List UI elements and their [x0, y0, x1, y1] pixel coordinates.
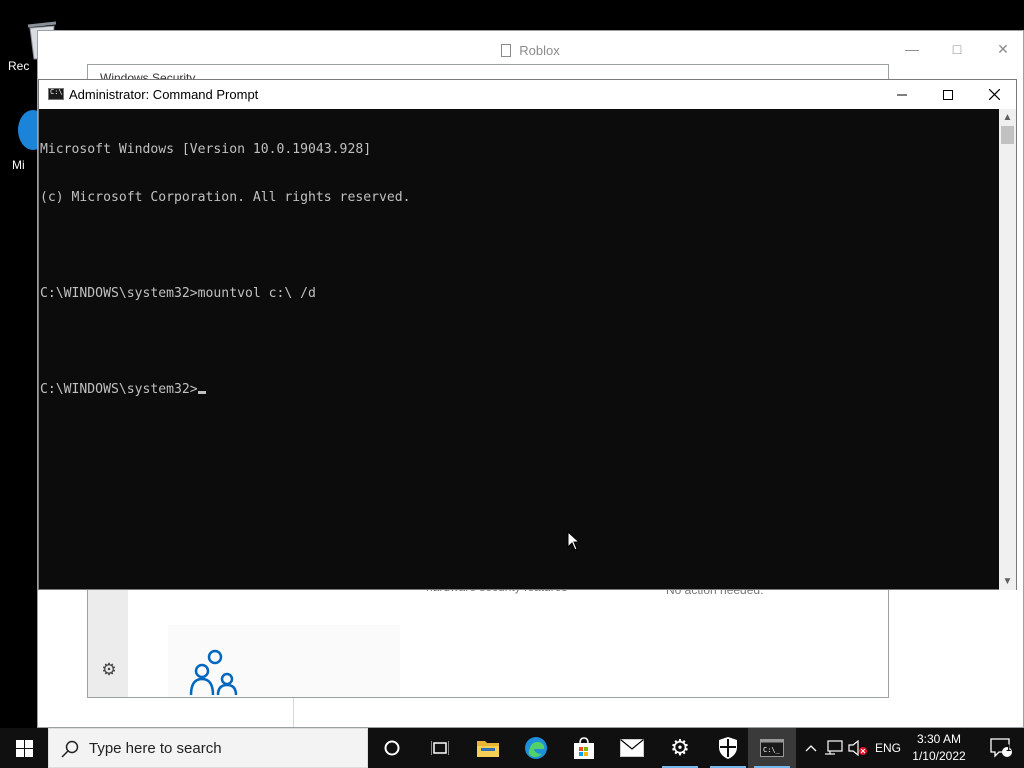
start-button[interactable] [0, 728, 48, 768]
document-icon [501, 44, 512, 57]
console-line: Microsoft Windows [Version 10.0.19043.92… [40, 142, 372, 157]
edge-icon [525, 737, 547, 759]
task-view-button[interactable] [416, 728, 464, 768]
gear-icon: ⚙ [670, 735, 690, 760]
action-center-button[interactable]: 1 [978, 728, 1024, 768]
text-cursor [197, 391, 206, 394]
taskbar-clock[interactable]: 3:30 AM 1/10/2022 [906, 731, 972, 765]
cmd-app-icon [48, 88, 64, 100]
store-icon [574, 737, 594, 759]
roblox-title: Roblox [38, 43, 1023, 58]
clock-date: 1/10/2022 [912, 749, 966, 763]
clock-time: 3:30 AM [916, 732, 962, 746]
console-prompt: C:\WINDOWS\system32> [40, 382, 198, 397]
maximize-button[interactable] [925, 80, 971, 109]
show-hidden-icons-button[interactable] [800, 728, 822, 768]
scrollbar-thumb[interactable] [1001, 126, 1014, 144]
task-view-icon [431, 741, 449, 755]
scroll-down-arrow-icon[interactable]: ▼ [999, 573, 1016, 590]
volume-muted-icon [848, 740, 867, 756]
maximize-button[interactable]: □ [947, 39, 967, 59]
vertical-scrollbar[interactable]: ▲ ▼ [999, 109, 1016, 590]
taskbar: Type here to search ⚙ C:\_ ENG 3:30 AM 1… [0, 728, 1024, 768]
cortana-button[interactable] [368, 728, 416, 768]
minimize-icon [897, 94, 907, 95]
cmd-titlebar[interactable]: Administrator: Command Prompt [39, 80, 1016, 109]
security-button[interactable] [704, 728, 752, 768]
notification-count: 1 [1006, 743, 1012, 753]
network-icon [825, 740, 843, 755]
store-button[interactable] [560, 728, 608, 768]
command-prompt-taskbar-button[interactable]: C:\_ [748, 728, 796, 768]
mail-button[interactable] [608, 728, 656, 768]
circle-icon [384, 740, 400, 756]
settings-button[interactable]: ⚙ [656, 728, 704, 768]
desktop-icon-label: Rec [8, 59, 30, 73]
console-line: (c) Microsoft Corporation. All rights re… [40, 190, 411, 205]
shield-icon [719, 737, 737, 759]
scroll-up-arrow-icon[interactable]: ▲ [999, 109, 1016, 126]
close-icon [988, 89, 1000, 100]
mouse-pointer-icon [567, 531, 581, 551]
input-language-button[interactable]: ENG [872, 728, 904, 768]
minimize-button[interactable] [879, 80, 925, 109]
security-sidebar [88, 585, 128, 697]
mail-icon [620, 739, 644, 757]
edge-button[interactable] [512, 728, 560, 768]
network-button[interactable] [822, 728, 846, 768]
pane-divider [293, 697, 294, 727]
maximize-icon [943, 89, 953, 100]
search-placeholder: Type here to search [89, 740, 222, 757]
minimize-button[interactable]: — [902, 39, 922, 59]
desktop-icon-label: Mi [12, 158, 25, 172]
command-prompt-window[interactable]: Administrator: Command Prompt Microsoft … [38, 79, 1017, 590]
terminal-icon: C:\_ [760, 739, 784, 757]
family-icon [189, 649, 238, 695]
close-button[interactable] [971, 80, 1017, 109]
console-line: C:\WINDOWS\system32>mountvol c:\ /d [40, 286, 316, 301]
gear-icon[interactable]: ⚙ [100, 661, 118, 679]
volume-button[interactable] [846, 728, 870, 768]
search-icon [61, 740, 79, 758]
cmd-window-title: Administrator: Command Prompt [69, 87, 259, 102]
file-explorer-button[interactable] [464, 728, 512, 768]
windows-logo-icon [15, 739, 33, 757]
close-button[interactable]: ✕ [993, 39, 1013, 59]
console-prompt-line[interactable]: C:\WINDOWS\system32> [40, 382, 1000, 398]
folder-icon [477, 741, 499, 757]
taskbar-search-box[interactable]: Type here to search [48, 728, 368, 768]
cmd-console-output[interactable]: Microsoft Windows [Version 10.0.19043.92… [39, 109, 1000, 590]
svg-text:C:\_: C:\_ [763, 746, 781, 754]
chevron-up-icon [805, 745, 817, 752]
